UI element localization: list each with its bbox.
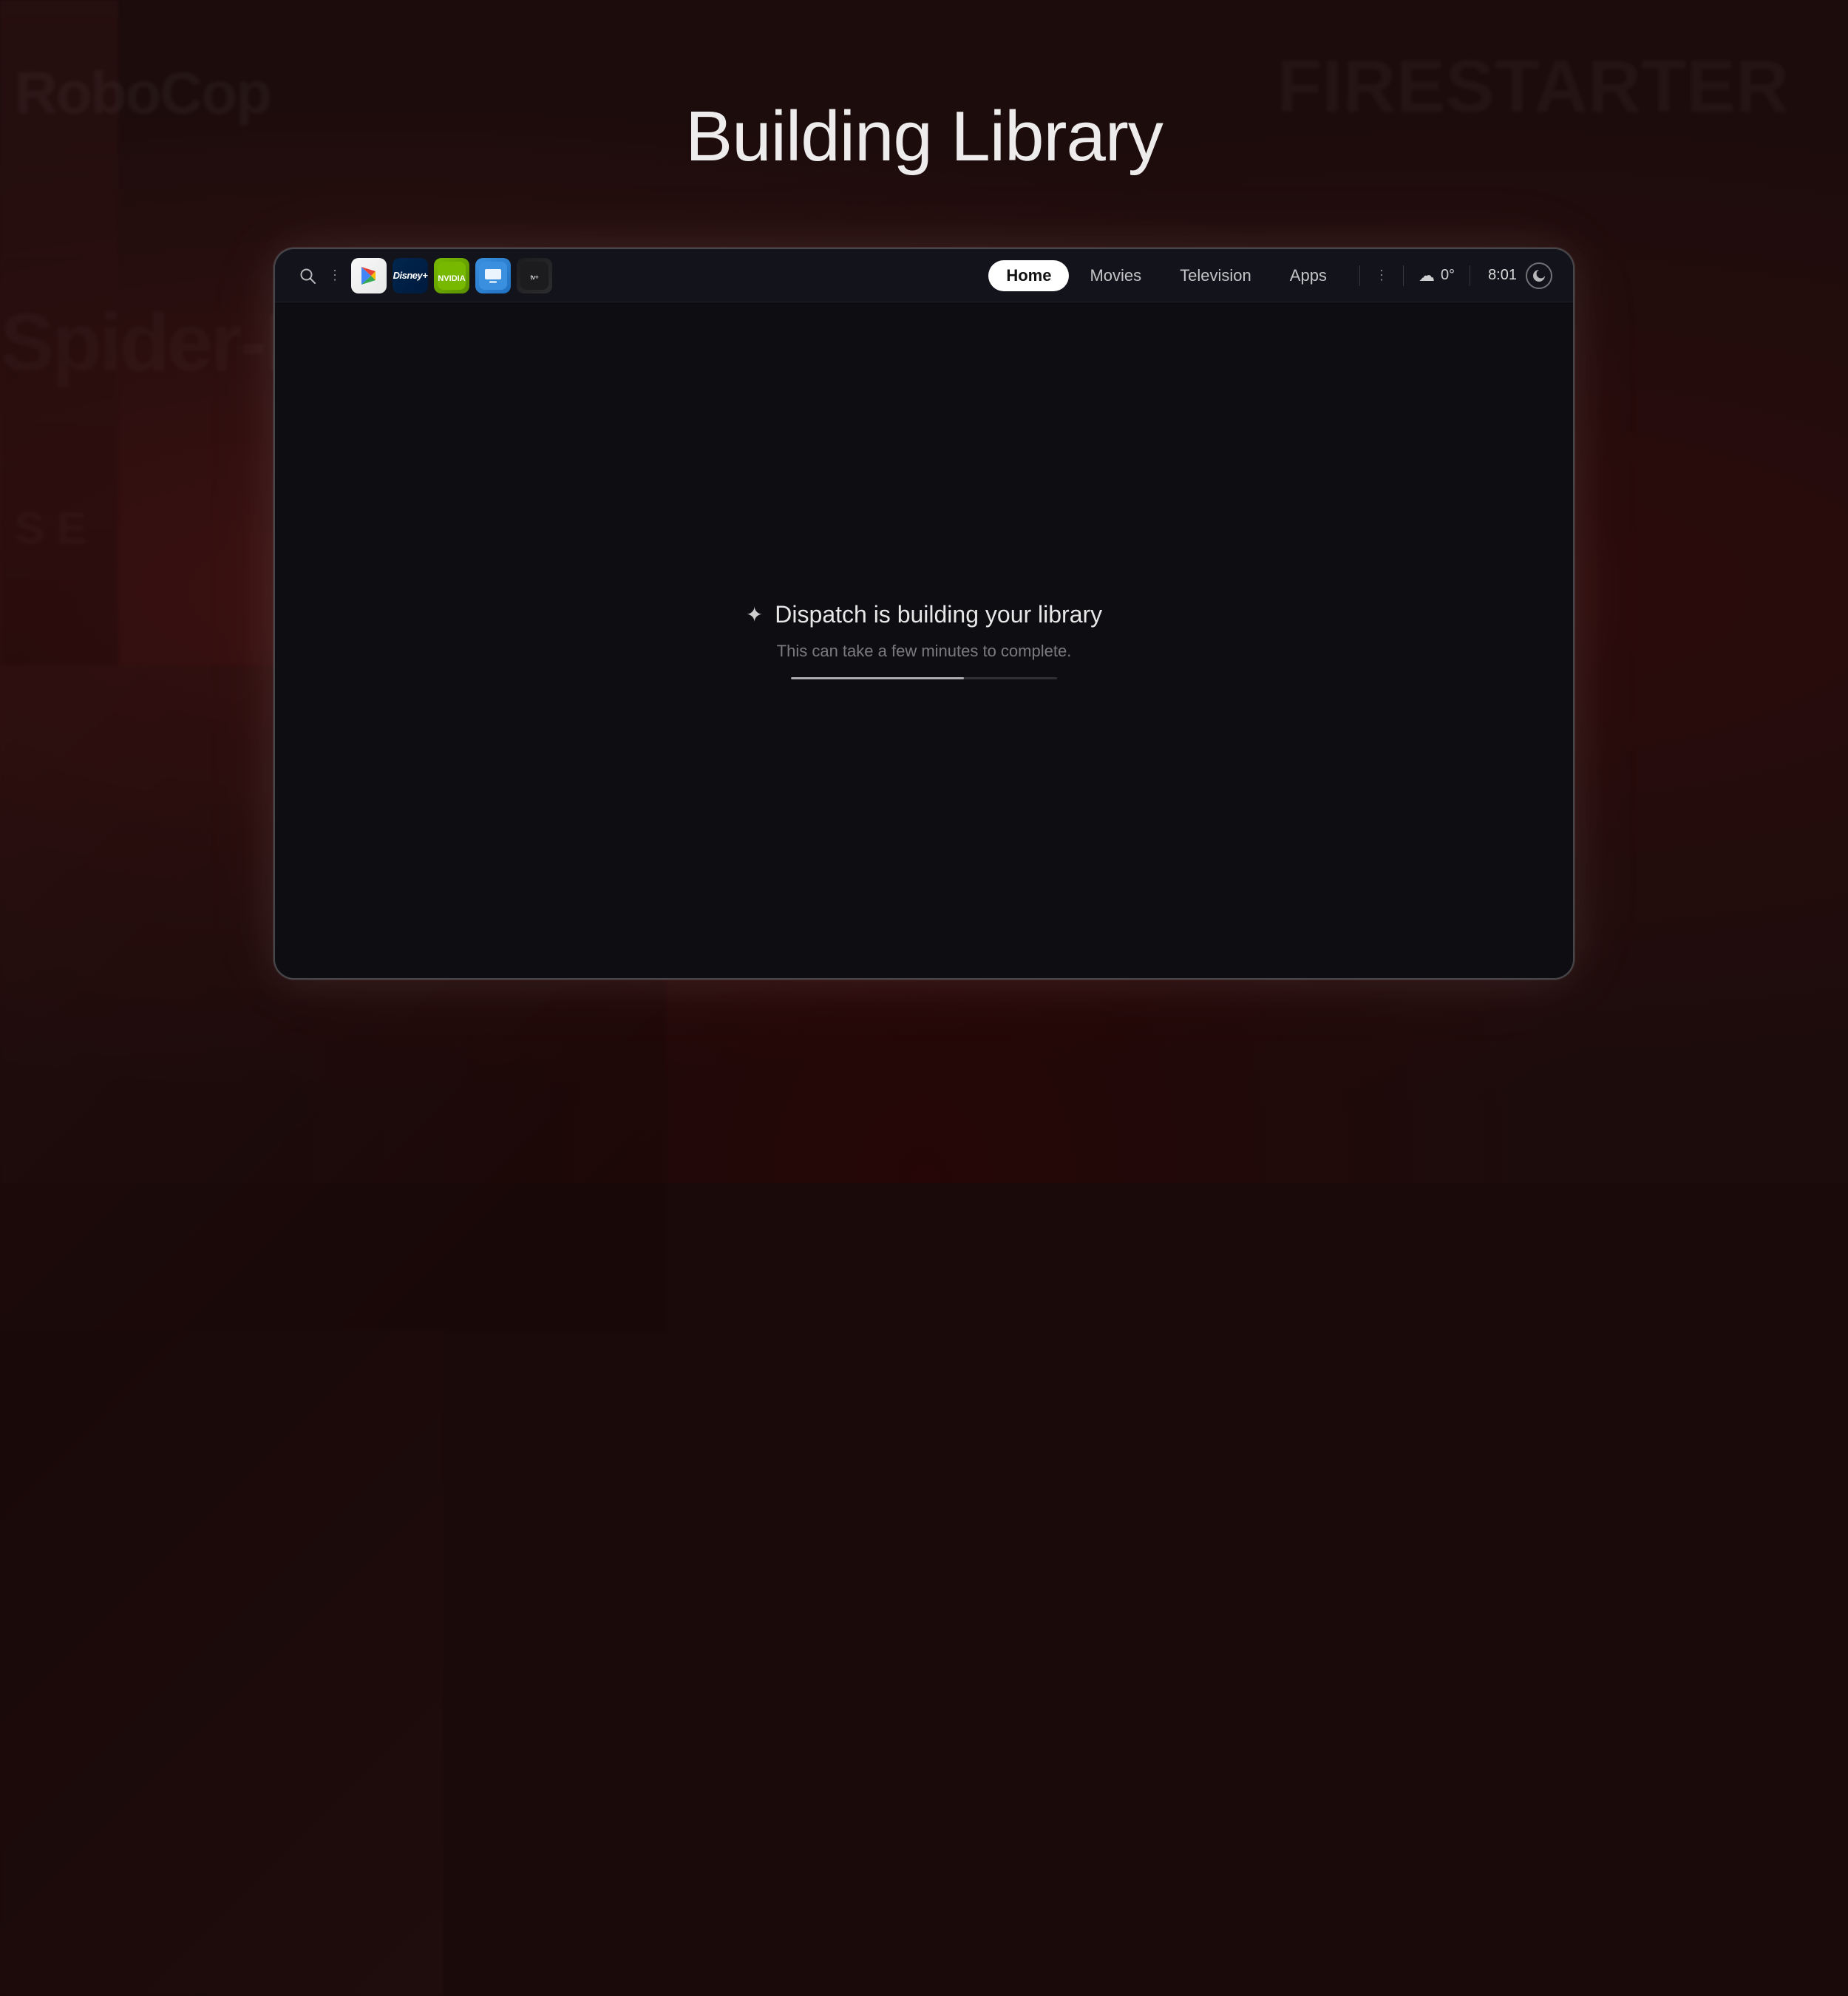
building-title-row: ✦ Dispatch is building your library [746, 601, 1102, 628]
building-subtitle: This can take a few minutes to complete. [777, 642, 1072, 661]
bg-text-se: S E [15, 503, 86, 554]
device-container: ⋮ Disney+ [274, 248, 1574, 980]
svg-text:NVIDIA: NVIDIA [438, 274, 465, 283]
building-message: ✦ Dispatch is building your library This… [746, 601, 1102, 679]
weather-widget: ☁ 0° [1419, 266, 1455, 285]
device-frame: ⋮ Disney+ [274, 248, 1574, 980]
nvidia-icon[interactable]: NVIDIA [434, 258, 469, 293]
nav-pill-television[interactable]: Television [1162, 260, 1269, 291]
nav-separator-1 [1359, 265, 1360, 286]
clock: 8:01 [1488, 267, 1517, 284]
page-title: Building Library [685, 96, 1163, 177]
bg-text-robocop: RoboCop [15, 59, 271, 127]
progress-bar-container [791, 677, 1057, 679]
sleep-button[interactable] [1526, 262, 1552, 289]
app-icons-container: Disney+ NVIDIA [351, 258, 552, 293]
nav-dots-right[interactable]: ⋮ [1375, 268, 1388, 283]
page-title-wrapper: Building Library [685, 96, 1163, 177]
nav-separator-2 [1403, 265, 1404, 286]
search-button[interactable] [296, 264, 319, 288]
disney-plus-icon[interactable]: Disney+ [393, 258, 428, 293]
weather-temp: 0° [1441, 267, 1455, 284]
nav-pill-movies[interactable]: Movies [1072, 260, 1159, 291]
sparkle-icon: ✦ [746, 602, 763, 627]
progress-bar-fill [791, 677, 964, 679]
nav-pills: Home Movies Television Apps [988, 260, 1345, 291]
nav-pill-apps[interactable]: Apps [1272, 260, 1345, 291]
bg-poster-right [0, 1331, 444, 1996]
nav-bar: ⋮ Disney+ [275, 249, 1573, 302]
bg-text-firestarter: FIRESTARTER [1277, 44, 1789, 129]
main-content: ✦ Dispatch is building your library This… [275, 302, 1573, 978]
svg-text:tv+: tv+ [531, 274, 539, 281]
nav-dots-left[interactable]: ⋮ [328, 268, 342, 283]
weather-icon: ☁ [1419, 266, 1435, 285]
apple-tv-icon[interactable]: tv+ [517, 258, 552, 293]
google-play-icon[interactable] [351, 258, 387, 293]
tv-icon[interactable] [475, 258, 511, 293]
building-title-text: Dispatch is building your library [775, 601, 1102, 628]
nav-pill-home[interactable]: Home [988, 260, 1069, 291]
